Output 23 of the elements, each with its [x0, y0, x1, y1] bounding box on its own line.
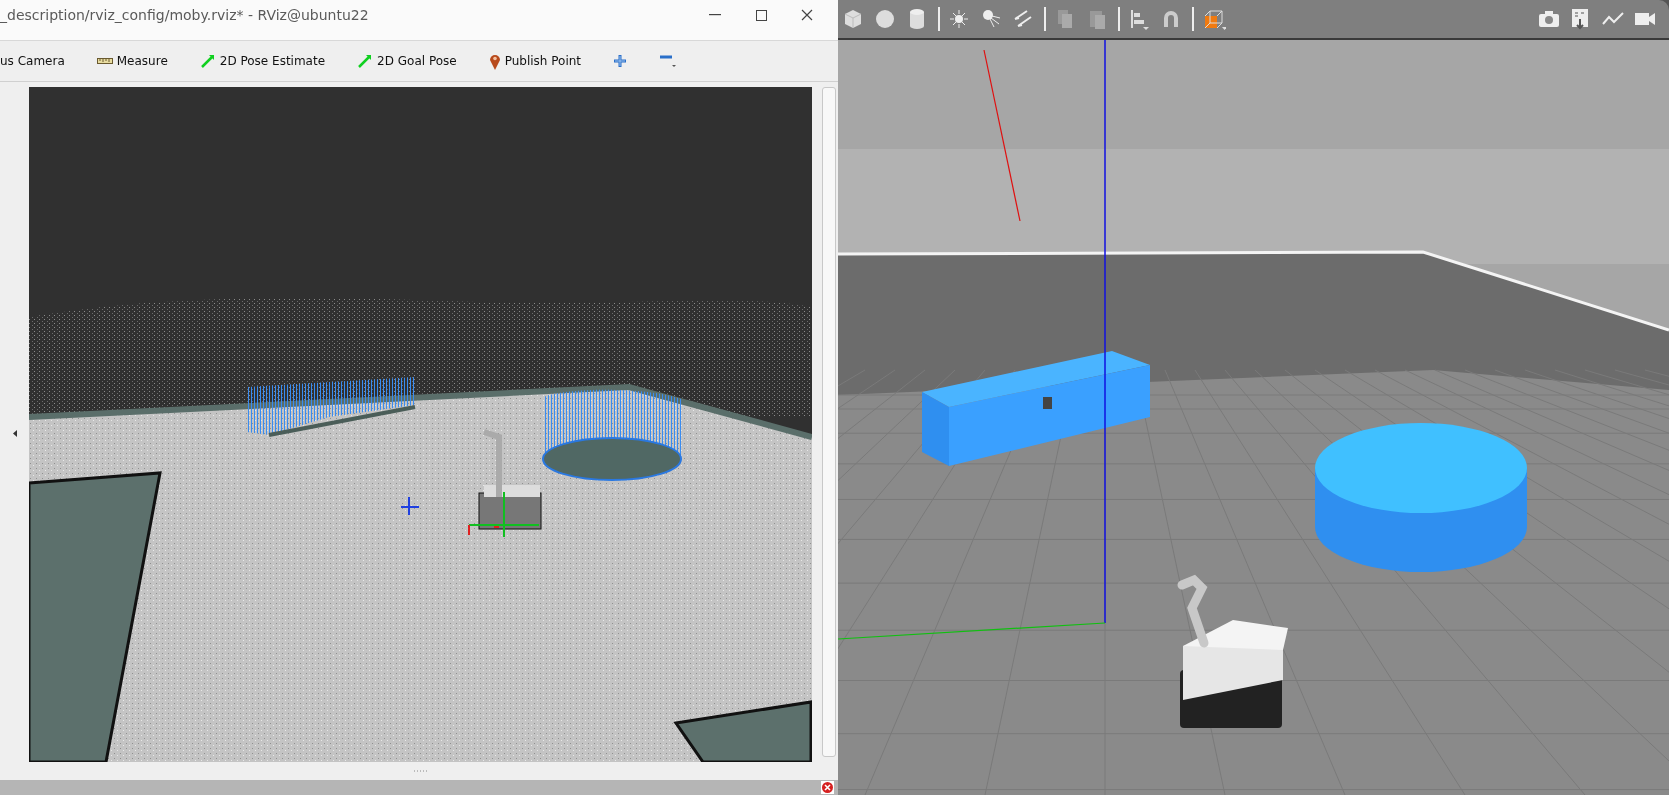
point-cloud-scene-drawing[interactable]	[29, 87, 812, 762]
ruler-icon	[96, 57, 113, 65]
measure-tool[interactable]: Measure	[92, 52, 172, 70]
scrollbar[interactable]	[822, 87, 836, 757]
window-title: _description/rviz_config/moby.rviz* - RViz@ubuntu22	[0, 7, 370, 25]
camera-tool[interactable]: us Camera	[0, 52, 69, 70]
error-icon	[821, 781, 834, 794]
pose-tool[interactable]: 2D Goal Pose	[353, 51, 461, 71]
collapse-left-icon[interactable]	[12, 430, 17, 437]
pose-arrow-icon	[199, 53, 216, 69]
plus-icon	[613, 54, 628, 68]
maximize-icon[interactable]	[755, 9, 767, 21]
box-obstacle[interactable]	[922, 351, 1150, 466]
minus-icon	[659, 53, 678, 69]
minimize-icon[interactable]	[709, 14, 721, 16]
close-icon[interactable]	[801, 9, 813, 21]
pose-tool[interactable]: 2D Pose Estimate	[195, 51, 330, 71]
map-pin-icon	[488, 52, 501, 70]
simulation-scene-drawing[interactable]	[838, 40, 1669, 795]
publish-point-tool[interactable]: Publish Point	[484, 50, 586, 72]
pose-arrow-icon	[357, 53, 374, 69]
align-icon[interactable]	[1128, 7, 1152, 31]
view-angle-icon[interactable]	[1202, 7, 1226, 31]
